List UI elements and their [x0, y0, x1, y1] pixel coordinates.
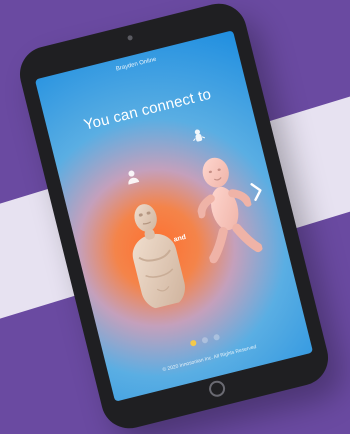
pagination-dot-3[interactable] — [212, 333, 221, 341]
headline: You can connect to — [82, 85, 213, 134]
app-screen: Brayden Online You can connect to and © … — [34, 30, 314, 402]
tablet-device: Brayden Online You can connect to and © … — [14, 0, 334, 434]
status-title: Brayden Online — [115, 56, 158, 73]
infant-icon — [193, 129, 206, 142]
home-button[interactable] — [207, 379, 227, 399]
pagination-dot-1[interactable] — [189, 339, 197, 347]
camera-icon — [126, 34, 133, 41]
infant-manikin-image — [197, 157, 263, 264]
adult-manikin-image — [132, 204, 185, 309]
adult-icon — [128, 170, 140, 185]
pagination-dot-2[interactable] — [201, 336, 209, 344]
